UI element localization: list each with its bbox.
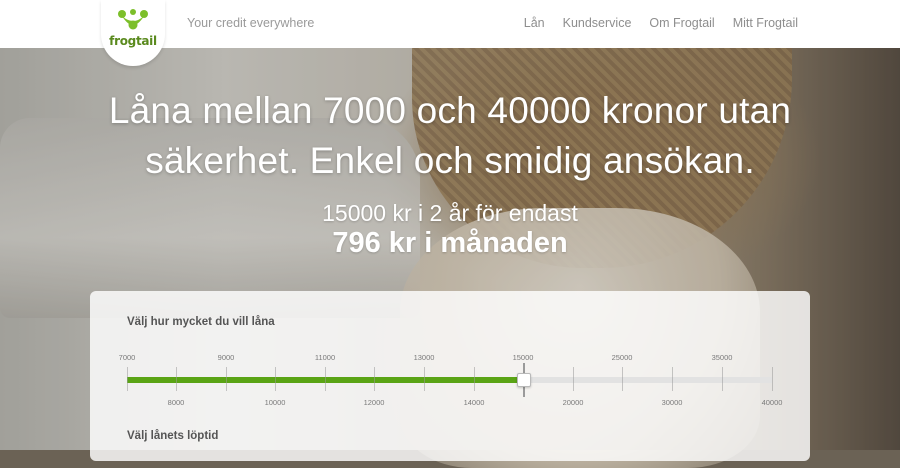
slider-tick (374, 367, 375, 391)
tick-label: 40000 (761, 398, 783, 407)
tick-label: 11000 (314, 353, 336, 362)
amount-scale-top: 7000 9000 11000 13000 15000 25000 35000 (90, 353, 810, 365)
tick-label: 8000 (167, 398, 185, 407)
amount-scale-bottom: 8000 10000 12000 14000 20000 30000 40000 (90, 398, 810, 410)
slider-tick (325, 367, 326, 391)
nav-kundservice[interactable]: Kundservice (563, 16, 632, 30)
tick-label: 14000 (463, 398, 485, 407)
tick-label: 7000 (118, 353, 136, 362)
tick-label: 10000 (264, 398, 286, 407)
slider-tick (622, 367, 623, 391)
tick-label: 9000 (217, 353, 235, 362)
main-nav: Lån Kundservice Om Frogtail Mitt Frogtai… (524, 16, 798, 30)
headline-line-1: Låna mellan 7000 och 40000 kronor utan (108, 90, 792, 131)
period-label: Välj lånets löptid (127, 430, 219, 442)
slider-tick (772, 367, 773, 391)
offer-text: 15000 kr i 2 år för endast (322, 200, 578, 226)
slider-tick (176, 367, 177, 391)
tick-label: 20000 (562, 398, 584, 407)
amount-slider-track[interactable] (127, 377, 772, 383)
tick-label: 13000 (413, 353, 435, 362)
nav-mitt-frogtail[interactable]: Mitt Frogtail (733, 16, 798, 30)
slider-tick (424, 367, 425, 391)
slider-tick (127, 367, 128, 391)
nav-lan[interactable]: Lån (524, 16, 545, 30)
tick-label: 15000 (512, 353, 534, 362)
tick-label: 35000 (711, 353, 733, 362)
hero-headline: Låna mellan 7000 och 40000 kronor utan s… (0, 86, 900, 186)
tick-label: 12000 (363, 398, 385, 407)
tick-label: 30000 (661, 398, 683, 407)
nav-om-frogtail[interactable]: Om Frogtail (649, 16, 714, 30)
frogtail-logo[interactable]: frogtail (101, 0, 165, 66)
slider-tick (573, 367, 574, 391)
site-header: frogtail Your credit everywhere Lån Kund… (0, 0, 900, 66)
amount-slider-handle[interactable] (517, 373, 531, 387)
offer-amount: 796 kr i månaden (332, 227, 568, 259)
logo-text: frogtail (109, 34, 157, 48)
loan-calculator: Välj hur mycket du vill låna 7000 9000 1… (90, 291, 810, 461)
slider-tick (226, 367, 227, 391)
headline-line-2: säkerhet. Enkel och smidig ansökan. (145, 140, 755, 181)
amount-label: Välj hur mycket du vill låna (127, 316, 275, 328)
slider-tick (722, 367, 723, 391)
slider-tick (474, 367, 475, 391)
frog-icon (118, 9, 148, 30)
slider-tick (275, 367, 276, 391)
slider-tick (672, 367, 673, 391)
tick-label: 25000 (611, 353, 633, 362)
tagline: Your credit everywhere (187, 16, 315, 30)
